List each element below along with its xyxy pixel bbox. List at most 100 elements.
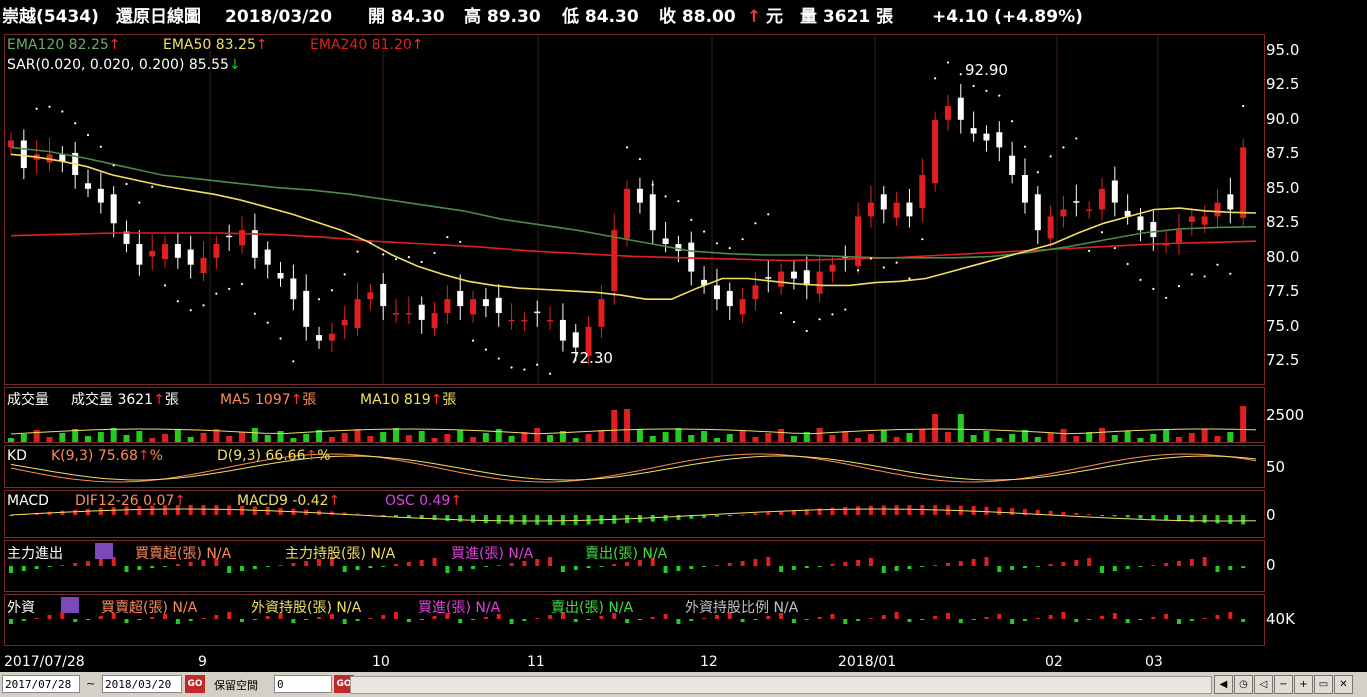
sar-dot xyxy=(420,260,423,264)
x-label-7: 03 xyxy=(1145,654,1163,670)
macd-osc-bar xyxy=(779,511,784,515)
macd-tick: 0 xyxy=(1266,506,1276,524)
kd-panel[interactable]: KD K(9,3) 75.68↑% D(9,3) 66.66↑% xyxy=(4,445,1265,488)
zoom-out-icon[interactable]: − xyxy=(1274,675,1293,694)
sar-dot xyxy=(1100,231,1104,234)
candle-body xyxy=(85,183,92,189)
candle-body xyxy=(380,284,387,307)
foreign-bar xyxy=(933,616,938,619)
foreign-buy: 買進(張) N/A xyxy=(418,600,501,616)
main-force-panel[interactable]: 主力進出 買賣超(張) N/A 主力持股(張) N/A 買進(張) N/A 賣出… xyxy=(4,540,1265,592)
volume-bar xyxy=(585,434,592,442)
main-force-bar xyxy=(779,566,784,572)
scroll-left-icon[interactable]: ◀ xyxy=(1214,675,1233,694)
main-force-bar xyxy=(997,566,1002,572)
foreign-bar xyxy=(881,615,886,619)
price-panel[interactable]: EMA120 82.25↑ EMA50 83.25↑ EMA240 81.20↑… xyxy=(4,34,1265,385)
end-date-select[interactable]: 2018/03/20 xyxy=(102,675,182,693)
candle-body xyxy=(778,271,785,287)
main-force-title: 主力進出 xyxy=(7,546,63,562)
reserve-input[interactable]: 0 xyxy=(274,675,332,693)
start-date-select[interactable]: 2017/07/28 xyxy=(2,675,80,693)
main-force-bar xyxy=(1241,566,1246,568)
low-annotation: 72.30 xyxy=(570,349,613,367)
main-force-bar xyxy=(676,566,681,571)
sar-dot xyxy=(1126,262,1129,266)
candle-body xyxy=(1175,230,1182,244)
volume-panel[interactable]: 成交量 成交量 3621↑張 MA5 1097↑張 MA10 819↑張 xyxy=(4,387,1265,443)
main-force-bar xyxy=(1215,566,1220,572)
header-bar: 崇越(5434) 還原日線圖 2018/03/20 開 84.30 高 89.3… xyxy=(0,0,1367,34)
candle-body xyxy=(482,299,489,307)
foreign-bar xyxy=(1112,613,1117,619)
volume-bar xyxy=(636,429,643,442)
foreign-bar xyxy=(150,617,155,619)
sar-dot xyxy=(715,242,719,245)
foreign-bar xyxy=(458,619,463,623)
foreign-tick: 40K xyxy=(1266,610,1295,628)
ema240-label: EMA240 81.20↑ xyxy=(310,37,424,53)
volume-bar xyxy=(1111,435,1118,442)
header-high: 高 89.30 xyxy=(464,7,541,27)
foreign-bar xyxy=(317,617,322,619)
zoom-in-icon[interactable]: + xyxy=(1294,675,1313,694)
macd-osc-bar xyxy=(1151,515,1156,520)
candle-body xyxy=(919,175,926,209)
candle-body xyxy=(97,188,104,203)
candle-body xyxy=(636,188,643,203)
main-force-bar xyxy=(753,559,758,566)
volume-bar xyxy=(1240,406,1247,442)
foreign-bar xyxy=(419,619,424,620)
macd-osc-bar xyxy=(535,515,540,525)
main-force-bar xyxy=(432,558,437,566)
volume-title: 成交量 xyxy=(7,392,49,408)
candle-body xyxy=(957,97,964,120)
main-force-bar xyxy=(881,566,886,573)
price-tick: 90.0 xyxy=(1266,109,1300,128)
volume-bar xyxy=(380,432,387,442)
foreign-bar xyxy=(894,612,899,619)
sar-dot xyxy=(690,218,693,221)
macd-osc-bar xyxy=(1228,515,1233,525)
candle-body xyxy=(1188,216,1195,222)
foreign-bar xyxy=(1228,612,1233,619)
sar-dot xyxy=(1139,278,1142,281)
price-tick: 72.5 xyxy=(1266,351,1300,370)
foreign-bar xyxy=(509,619,514,624)
main-force-bar xyxy=(958,561,963,566)
kd-title: KD xyxy=(7,448,27,464)
volume-bar xyxy=(239,432,246,442)
go-button[interactable]: GO xyxy=(185,675,205,693)
sar-dot xyxy=(1049,155,1052,158)
volume-bar xyxy=(20,434,27,442)
foreign-ratio: 外資持股比例 N/A xyxy=(685,600,799,616)
chart-scrollbar[interactable] xyxy=(350,676,1212,694)
list-icon[interactable] xyxy=(95,543,113,559)
sar-dot xyxy=(266,321,269,324)
sar-dot xyxy=(112,164,115,167)
main-force-bar xyxy=(34,566,39,569)
x-label-1: 9 xyxy=(198,654,207,670)
candle-body xyxy=(508,319,515,322)
kd-tick: 50 xyxy=(1266,458,1286,476)
fit-icon[interactable]: ▭ xyxy=(1314,675,1333,694)
history-icon[interactable]: ◁ xyxy=(1254,675,1273,694)
foreign-panel[interactable]: 外資 買賣超(張) N/A 外資持股(張) N/A 買進(張) N/A 賣出(張… xyxy=(4,594,1265,646)
macd-osc-bar xyxy=(1241,515,1246,525)
close-icon[interactable]: ✕ xyxy=(1334,675,1353,694)
price-chart xyxy=(8,35,1257,384)
list-icon-foreign[interactable] xyxy=(61,597,79,613)
candle-body xyxy=(739,299,746,315)
volume-bar xyxy=(1150,434,1157,442)
foreign-bar xyxy=(342,619,347,624)
volume-bar xyxy=(444,434,451,442)
volume-bar xyxy=(187,437,194,442)
clock-icon[interactable]: ◷ xyxy=(1234,675,1253,694)
main-force-bar xyxy=(1125,566,1130,569)
candle-body xyxy=(20,140,27,169)
foreign-bar xyxy=(984,617,989,619)
volume-bar xyxy=(508,436,515,442)
main-force-bar xyxy=(419,560,424,566)
sar-dot xyxy=(1036,171,1039,174)
macd-panel[interactable]: MACD DIF12-26 0.07↑ MACD9 -0.42↑ OSC 0.4… xyxy=(4,490,1265,538)
